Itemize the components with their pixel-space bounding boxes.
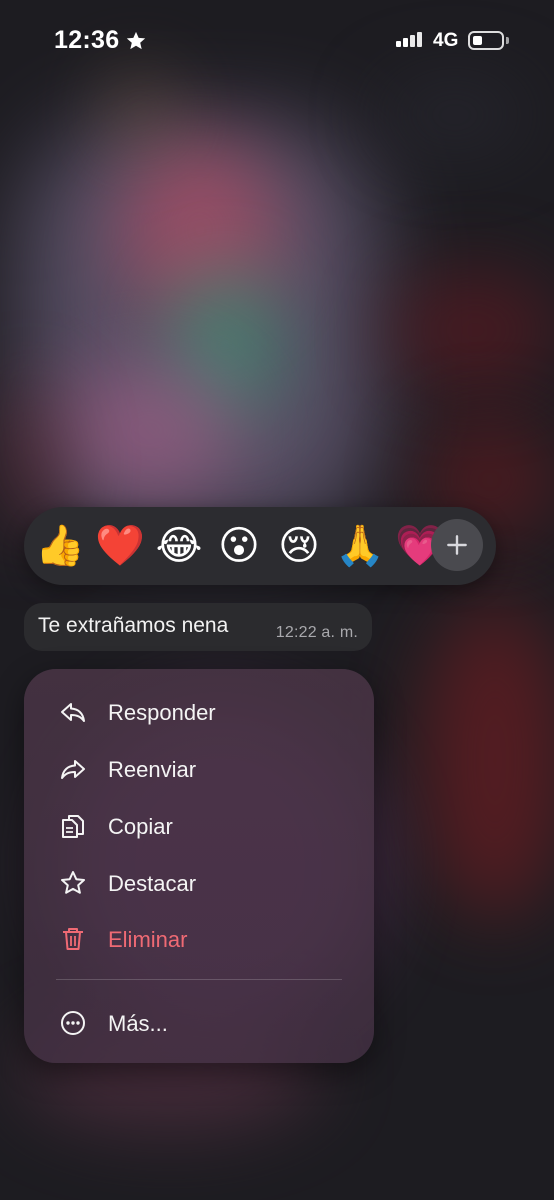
reaction-praying[interactable]: 🙏 (335, 522, 385, 570)
copy-icon (62, 815, 84, 838)
reaction-laughing[interactable]: 😂 (155, 522, 203, 570)
time-label: 12:36 (54, 26, 120, 54)
menu-item-reply[interactable]: Responder (24, 686, 374, 738)
menu-item-label: Destacar (108, 871, 197, 896)
reaction-heart[interactable]: ❤️ (95, 522, 145, 570)
message-timestamp: 12:22 a. m. (275, 624, 358, 641)
forward-icon (61, 760, 85, 779)
signal-icon (396, 32, 422, 47)
menu-item-star[interactable]: Destacar (24, 857, 374, 909)
reply-icon (61, 703, 85, 722)
menu-item-label: Copiar (108, 814, 173, 839)
plus-icon (447, 535, 467, 555)
message-text: Te extrañamos nena (38, 614, 229, 637)
menu-divider (56, 979, 342, 980)
star-status-icon (127, 31, 146, 49)
battery-cap (506, 37, 509, 44)
reaction-surprised[interactable]: 😮 (215, 522, 263, 570)
reaction-thumbs-up[interactable]: 👍 (35, 522, 85, 570)
menu-item-label: Más... (108, 1011, 168, 1036)
trash-icon (63, 928, 83, 950)
menu-item-label: Responder (108, 700, 216, 725)
more-icon (61, 1011, 85, 1035)
network-label: 4G (433, 30, 459, 51)
message-context-menu: Responder Reenviar Copiar Destacar Elimi… (24, 669, 374, 1063)
menu-item-label: Reenviar (108, 757, 197, 782)
status-bar: 12:36 4G (0, 0, 554, 84)
status-time: 12:36 (54, 26, 147, 55)
menu-item-label: Eliminar (108, 927, 188, 952)
menu-item-copy[interactable]: Copiar (24, 800, 374, 852)
message-bubble[interactable]: Te extrañamos nena 12:22 a. m. (24, 603, 372, 651)
battery-icon (468, 31, 504, 50)
menu-item-delete[interactable]: Eliminar (24, 913, 374, 965)
reaction-crying[interactable]: 😢 (275, 522, 323, 570)
star-icon (61, 871, 85, 894)
more-reactions-button[interactable] (431, 519, 483, 571)
menu-item-forward[interactable]: Reenviar (24, 743, 374, 795)
menu-item-more[interactable]: Más... (24, 997, 374, 1049)
reaction-bar: 👍 ❤️ 😂 😮 😢 🙏 💗 (24, 507, 496, 585)
